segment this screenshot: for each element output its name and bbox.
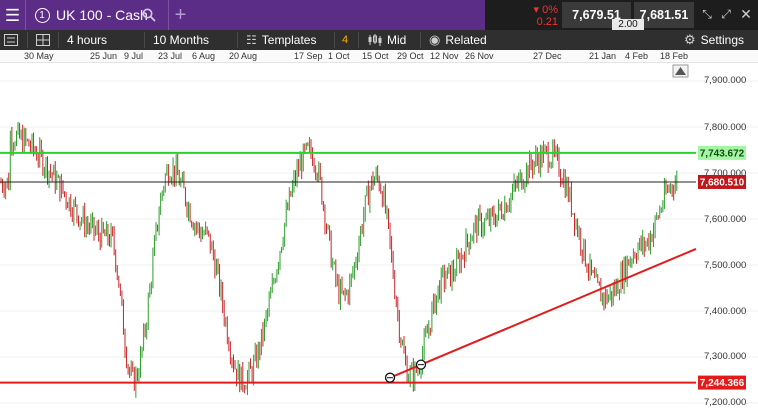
templates-icon: ☷ — [246, 33, 257, 47]
price-label: 7,200.000 — [704, 397, 746, 408]
drawing-list-button[interactable] — [4, 30, 22, 50]
related-label: Related — [445, 33, 487, 47]
collapse-button[interactable]: ⤡ — [699, 6, 715, 22]
close-icon: ✕ — [740, 5, 752, 22]
date-label: 21 Jan — [589, 51, 617, 61]
templates-label: Templates — [261, 33, 317, 47]
date-label: 26 Nov — [465, 51, 494, 61]
collapse-arrows-icon: ⤡ — [702, 6, 712, 21]
price-type-label: Mid — [387, 33, 407, 47]
price-label: 7,600.000 — [704, 214, 746, 225]
search-icon — [142, 8, 156, 22]
price-chart[interactable]: 7,900.000 7,800.000 7,700.000 7,600.000 … — [0, 63, 758, 415]
settings-label: Settings — [700, 33, 745, 47]
price-label: 7,800.000 — [704, 122, 746, 133]
templates-count-badge: 4 — [342, 34, 349, 46]
price-change: ▾ 0% 0.21 — [500, 0, 558, 30]
price-label: 7,900.000 — [704, 75, 746, 86]
hamburger-icon: ☰ — [4, 5, 21, 25]
plus-icon: + — [174, 3, 187, 26]
down-arrow-icon: ▾ — [533, 4, 543, 16]
date-label: 27 Dec — [533, 51, 562, 61]
date-label: 12 Nov — [430, 51, 459, 61]
toolbar-divider — [334, 32, 335, 48]
add-instrument-button[interactable]: + — [168, 0, 192, 30]
date-label: 15 Oct — [362, 51, 389, 61]
date-label: 9 Jul — [124, 51, 144, 61]
templates-button[interactable]: ☷ Templates — [246, 30, 316, 50]
date-label: 23 Jul — [158, 51, 183, 61]
scroll-to-latest-button[interactable] — [672, 64, 689, 78]
chart-window: ☰ 1 UK 100 - Cash + ▾ 0% 0.21 7,679.51 7… — [0, 0, 758, 415]
grid-icon — [36, 34, 50, 46]
instrument-slot[interactable]: 1 — [32, 0, 52, 30]
gear-icon: ⚙ — [684, 32, 696, 47]
interval-selector[interactable]: 4 hours — [67, 30, 107, 50]
toolbar-divider — [358, 32, 359, 48]
instrument-name[interactable]: UK 100 - Cash — [56, 0, 148, 30]
current-price-tag: 7,680.510 — [700, 177, 745, 188]
price-type-selector[interactable]: Mid — [367, 30, 406, 50]
list-icon — [4, 34, 18, 46]
hamburger-menu-button[interactable]: ☰ — [0, 0, 26, 30]
maximize-button[interactable]: ⤢ — [718, 6, 734, 22]
price-label: 7,400.000 — [704, 306, 746, 317]
layout-grid-button[interactable] — [36, 30, 54, 50]
eye-icon: ◉ — [429, 32, 441, 47]
chart-toolbar: 4 hours 10 Months ☷ Templates 4 Mid ◉ Re… — [0, 30, 758, 50]
date-label: 29 Oct — [397, 51, 424, 61]
maximize-icon: ⤢ — [721, 6, 731, 21]
change-absolute: 0.21 — [536, 16, 558, 28]
support-price-tag: 7,244.366 — [700, 378, 745, 389]
change-percent: ▾ 0% — [533, 4, 558, 16]
date-label: 30 May — [24, 51, 54, 61]
price-label: 7,300.000 — [704, 351, 746, 362]
instrument-header: ☰ 1 UK 100 - Cash + ▾ 0% 0.21 7,679.51 7… — [0, 0, 758, 31]
related-button[interactable]: ◉ Related — [429, 30, 487, 50]
resistance-price-tag: 7,743.672 — [700, 148, 745, 159]
toolbar-divider — [420, 32, 421, 48]
date-label: 17 Sep — [294, 51, 323, 61]
candlestick-icon — [368, 34, 382, 46]
toolbar-divider — [144, 32, 145, 48]
date-label: 6 Aug — [192, 51, 216, 61]
date-label: 20 Aug — [229, 51, 258, 61]
close-button[interactable]: ✕ — [738, 6, 754, 22]
date-label: 4 Feb — [625, 51, 649, 61]
date-axis: 30 May 25 Jun 9 Jul 23 Jul 6 Aug 20 Aug … — [0, 50, 758, 63]
range-selector[interactable]: 10 Months — [153, 30, 209, 50]
price-label: 7,500.000 — [704, 260, 746, 271]
search-button[interactable] — [139, 0, 159, 30]
date-label: 1 Oct — [328, 51, 350, 61]
toolbar-divider — [27, 32, 28, 48]
toolbar-divider — [237, 32, 238, 48]
settings-button[interactable]: ⚙ Settings — [684, 30, 744, 50]
toolbar-divider — [58, 32, 59, 48]
date-label: 18 Feb — [660, 51, 689, 61]
instrument-number-badge: 1 — [34, 7, 50, 23]
date-label: 25 Jun — [90, 51, 118, 61]
